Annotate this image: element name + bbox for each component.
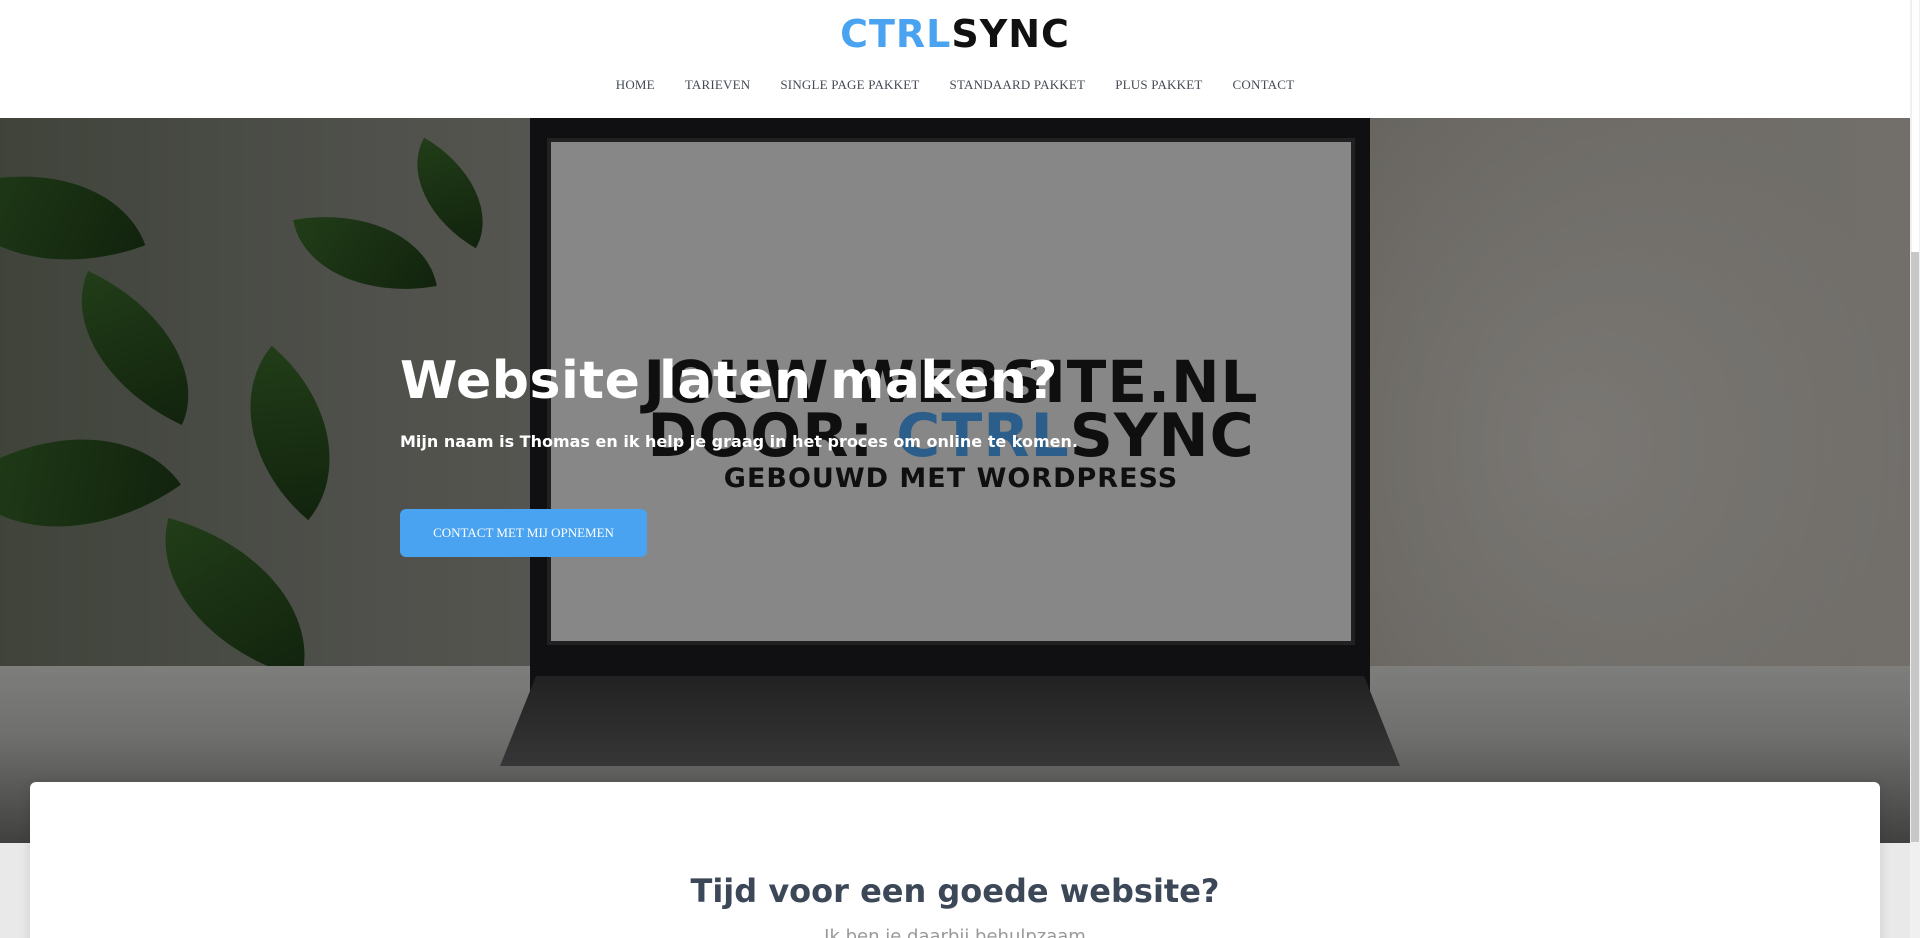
section-title: Tijd voor een goede website? [690,872,1220,910]
hero-content: Website laten maken? Mijn naam is Thomas… [400,350,1500,557]
nav-item-contact: CONTACT [1233,76,1295,94]
nav-item-home: HOME [616,76,655,94]
nav-link-tarieven[interactable]: TARIEVEN [685,77,751,92]
hero-section: JOUW WEBSITE.NL DOOR: CTRLSYNC GEBOUWD M… [0,118,1910,843]
logo-ctrl-text: CTRL [840,12,952,56]
nav-link-single-page-pakket[interactable]: SINGLE PAGE PAKKET [780,77,919,92]
logo-sync-text: SYNC [951,12,1070,56]
main-navigation: HOME TARIEVEN SINGLE PAGE PAKKET STANDAA… [0,76,1910,94]
contact-button[interactable]: CONTACT MET MIJ OPNEMEN [400,509,647,557]
scrollbar-thumb[interactable] [1911,252,1919,842]
hero-subtitle: Mijn naam is Thomas en ik help je graag … [400,432,1078,451]
nav-item-plus: PLUS PAKKET [1115,76,1202,94]
nav-item-single-page: SINGLE PAGE PAKKET [780,76,919,94]
nav-item-standaard: STANDAARD PAKKET [950,76,1086,94]
page-scrollbar[interactable] [1910,0,1920,938]
nav-link-plus-pakket[interactable]: PLUS PAKKET [1115,77,1202,92]
hero-title: Website laten maken? [400,351,1059,411]
site-logo[interactable]: CTRLSYNC [0,14,1910,54]
scrollbar-track-upper [1912,0,1919,252]
site-header: CTRLSYNC HOME TARIEVEN SINGLE PAGE PAKKE… [0,0,1910,118]
nav-link-home[interactable]: HOME [616,77,655,92]
section-subtitle: Ik ben je daarbij behulpzaam [824,926,1086,938]
nav-link-contact[interactable]: CONTACT [1233,77,1295,92]
nav-item-tarieven: TARIEVEN [685,76,751,94]
intro-card: Tijd voor een goede website? Ik ben je d… [30,782,1880,938]
nav-link-standaard-pakket[interactable]: STANDAARD PAKKET [950,77,1086,92]
